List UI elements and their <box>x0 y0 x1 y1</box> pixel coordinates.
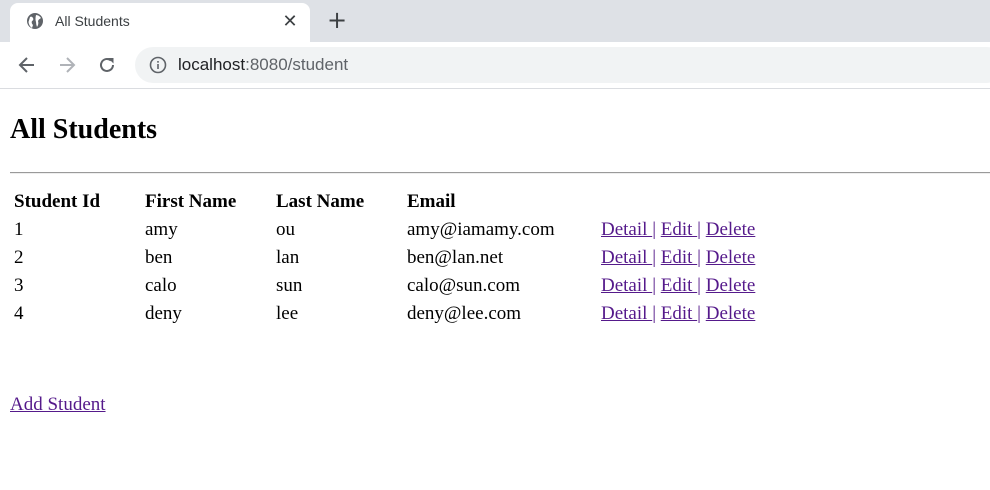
table-row: 4 deny lee deny@lee.com Detail | Edit | … <box>12 301 757 327</box>
info-icon[interactable] <box>149 56 167 74</box>
separator: | <box>652 303 656 324</box>
arrow-right-icon[interactable] <box>53 51 81 79</box>
separator: | <box>652 219 656 240</box>
column-header-last-name: Last Name <box>276 191 365 212</box>
column-header-actions <box>599 189 757 215</box>
url-path: :8080/student <box>245 55 349 74</box>
cell-student-id: 1 <box>14 219 24 240</box>
edit-link[interactable]: Edit <box>661 303 697 324</box>
cell-last-name: lan <box>276 247 300 268</box>
cell-student-id: 2 <box>14 247 24 268</box>
column-header-student-id: Student Id <box>14 191 101 212</box>
separator: | <box>697 303 701 324</box>
cell-email: amy@iamamy.com <box>407 219 555 240</box>
browser-toolbar: localhost:8080/student <box>0 42 990 89</box>
table-row: 2 ben lan ben@lan.net Detail | Edit | De… <box>12 245 757 271</box>
detail-link[interactable]: Detail <box>601 219 652 240</box>
detail-link[interactable]: Detail <box>601 275 652 296</box>
delete-link[interactable]: Delete <box>706 247 756 268</box>
cell-email: deny@lee.com <box>407 303 522 324</box>
cell-actions: Detail | Edit | Delete <box>599 301 757 327</box>
plus-icon[interactable]: + <box>325 6 349 34</box>
separator: | <box>697 247 701 268</box>
url-host: localhost <box>178 55 246 74</box>
edit-link[interactable]: Edit <box>661 219 697 240</box>
detail-link[interactable]: Detail <box>601 247 652 268</box>
detail-link[interactable]: Detail <box>601 303 652 324</box>
cell-first-name: ben <box>145 247 173 268</box>
cell-first-name: calo <box>145 275 177 296</box>
edit-link[interactable]: Edit <box>661 247 697 268</box>
url-text[interactable]: localhost:8080/student <box>178 55 348 75</box>
edit-link[interactable]: Edit <box>661 275 697 296</box>
separator: | <box>697 275 701 296</box>
cell-last-name: sun <box>276 275 303 296</box>
cell-last-name: ou <box>276 219 295 240</box>
close-icon[interactable]: ✕ <box>280 11 300 32</box>
column-header-email: Email <box>407 191 456 212</box>
cell-actions: Detail | Edit | Delete <box>599 217 757 243</box>
separator: | <box>652 275 656 296</box>
cell-first-name: amy <box>145 219 178 240</box>
cell-actions: Detail | Edit | Delete <box>599 245 757 271</box>
cell-email: calo@sun.com <box>407 275 520 296</box>
horizontal-rule <box>10 172 990 174</box>
tab-title: All Students <box>55 13 130 29</box>
delete-link[interactable]: Delete <box>706 275 756 296</box>
add-student-link[interactable]: Add Student <box>10 394 106 416</box>
cell-actions: Detail | Edit | Delete <box>599 273 757 299</box>
cell-first-name: deny <box>145 303 182 324</box>
delete-link[interactable]: Delete <box>706 219 756 240</box>
cell-student-id: 4 <box>14 303 24 324</box>
table-row: 3 calo sun calo@sun.com Detail | Edit | … <box>12 273 757 299</box>
column-header-first-name: First Name <box>145 191 237 212</box>
separator: | <box>652 247 656 268</box>
separator: | <box>697 219 701 240</box>
browser-tab[interactable]: All Students ✕ <box>10 3 310 42</box>
globe-icon <box>26 12 44 30</box>
delete-link[interactable]: Delete <box>706 303 756 324</box>
reload-icon[interactable] <box>93 51 121 79</box>
arrow-left-icon[interactable] <box>13 51 41 79</box>
cell-email: ben@lan.net <box>407 247 504 268</box>
tab-strip: All Students ✕ + <box>0 0 990 42</box>
students-table: Student Id First Name Last Name Email 1 … <box>10 187 759 329</box>
table-header-row: Student Id First Name Last Name Email <box>12 189 757 215</box>
cell-last-name: lee <box>276 303 299 324</box>
page-title: All Students <box>10 114 158 145</box>
cell-student-id: 3 <box>14 275 24 296</box>
address-bar[interactable]: localhost:8080/student <box>135 47 990 83</box>
table-row: 1 amy ou amy@iamamy.com Detail | Edit | … <box>12 217 757 243</box>
